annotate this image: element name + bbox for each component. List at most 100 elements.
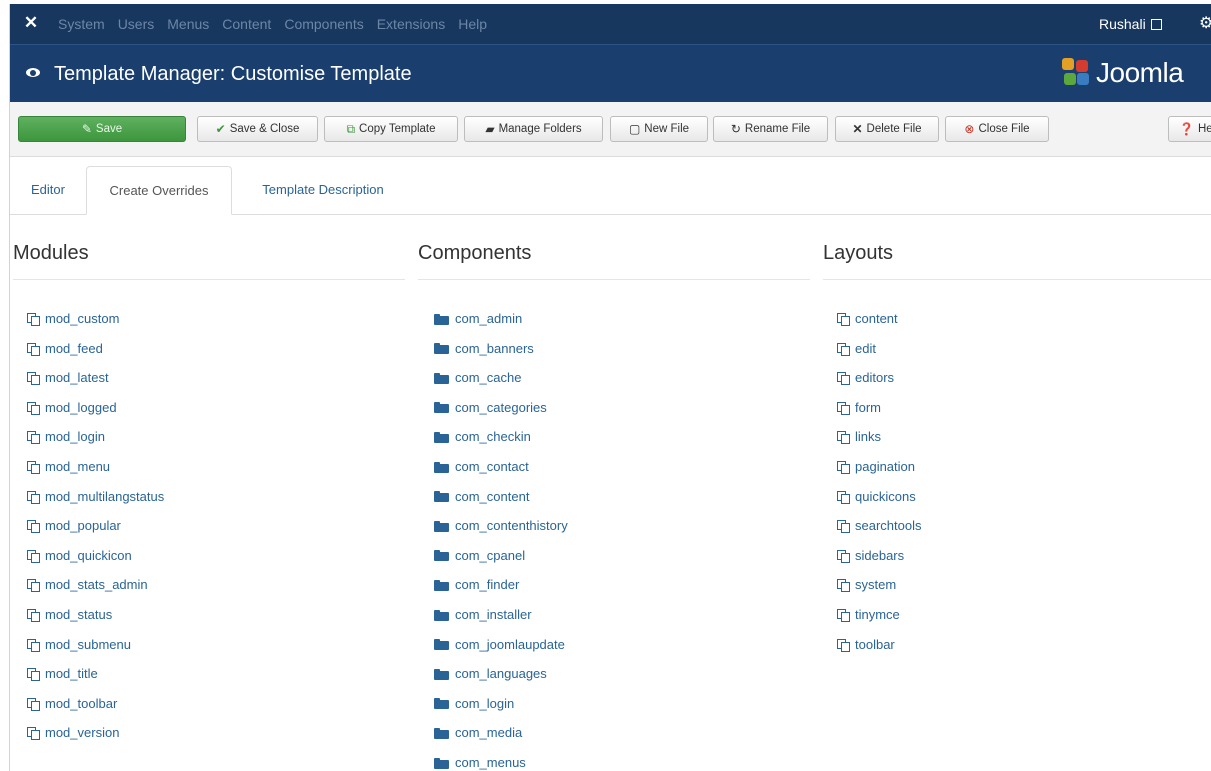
list-item[interactable]: editors	[837, 368, 894, 388]
toolbar: ✎ Save ✔ Save & Close ⧉ Copy Template ▰ Mana…	[10, 102, 1211, 157]
folder-icon	[434, 727, 449, 739]
joomla-logo-icon[interactable]: ✕	[22, 14, 40, 32]
list-item[interactable]: form	[837, 398, 881, 418]
copy-file-icon	[837, 609, 850, 622]
list-item[interactable]: pagination	[837, 457, 915, 477]
copy-file-icon	[837, 579, 850, 593]
list-item-label: mod_popular	[45, 518, 121, 534]
new-file-button[interactable]: ▢ New File	[610, 116, 708, 142]
menu-menus[interactable]: Menus	[167, 15, 209, 33]
list-item[interactable]: mod_popular	[27, 516, 121, 536]
list-item[interactable]: mod_logged	[27, 398, 117, 418]
divider	[13, 279, 405, 280]
list-item[interactable]: searchtools	[837, 516, 921, 536]
list-item-label: edit	[855, 340, 876, 356]
tab-template-description[interactable]: Template Description	[238, 166, 408, 214]
save-button[interactable]: ✎ Save	[18, 116, 186, 142]
folder-icon	[434, 757, 449, 769]
list-item[interactable]: mod_version	[27, 723, 119, 743]
menu-components[interactable]: Components	[284, 15, 363, 33]
copy-file-icon	[27, 401, 40, 415]
list-item-label: com_menus	[455, 755, 526, 770]
folder-icon	[434, 431, 449, 443]
list-item-label: mod_menu	[45, 459, 111, 474]
list-item[interactable]: content	[837, 309, 898, 329]
list-item[interactable]: com_finder	[434, 575, 519, 595]
list-item[interactable]: com_cpanel	[434, 546, 525, 566]
list-item[interactable]: com_joomlaupdate	[434, 635, 565, 655]
list-item[interactable]: mod_menu	[27, 457, 110, 477]
copy-file-icon	[837, 490, 850, 504]
user-menu[interactable]: Rushali	[1099, 15, 1162, 33]
list-item-label: mod_multilangstatus	[45, 488, 165, 504]
list-item[interactable]: com_installer	[434, 605, 532, 625]
folder-icon	[434, 579, 449, 591]
list-item[interactable]: tinymce	[837, 605, 900, 625]
menu-extensions[interactable]: Extensions	[377, 15, 445, 33]
list-item-label: system	[855, 577, 897, 593]
list-item[interactable]: mod_custom	[27, 309, 119, 329]
copy-file-icon	[27, 579, 40, 593]
menu-system[interactable]: System	[58, 15, 105, 33]
copy-template-button[interactable]: ⧉ Copy Template	[324, 116, 458, 142]
list-item[interactable]: mod_status	[27, 605, 112, 625]
list-item[interactable]: com_cache	[434, 368, 521, 388]
delete-file-button[interactable]: ✕ Delete File	[835, 116, 939, 142]
list-item[interactable]: com_banners	[434, 339, 534, 359]
list-item[interactable]: links	[837, 427, 881, 447]
divider	[823, 279, 1211, 280]
menu-users[interactable]: Users	[118, 15, 155, 33]
list-item[interactable]: system	[837, 575, 896, 595]
list-item-label: mod_submenu	[45, 636, 131, 652]
tab-create-overrides[interactable]: Create Overrides	[86, 166, 232, 215]
help-button[interactable]: ❓Hel	[1168, 116, 1211, 142]
copy-file-icon	[27, 520, 40, 534]
copy-file-icon	[837, 461, 850, 474]
list-item[interactable]: com_content	[434, 487, 529, 507]
list-item[interactable]: com_contenthistory	[434, 516, 568, 536]
list-item[interactable]: com_contact	[434, 457, 529, 477]
list-item[interactable]: com_categories	[434, 398, 547, 418]
copy-file-icon	[837, 313, 850, 326]
menu-content[interactable]: Content	[222, 15, 271, 33]
copy-file-icon	[837, 342, 850, 356]
copy-file-icon	[27, 461, 40, 474]
list-item-label: com_languages	[455, 666, 547, 682]
copy-file-icon	[27, 697, 40, 711]
list-item[interactable]: mod_quickicon	[27, 546, 132, 566]
logo-text: Joomla	[1096, 57, 1184, 88]
list-item[interactable]: quickicons	[837, 487, 916, 507]
list-item[interactable]: com_languages	[434, 664, 547, 684]
list-item[interactable]: com_admin	[434, 309, 522, 329]
list-item[interactable]: mod_toolbar	[27, 694, 117, 714]
list-item[interactable]: edit	[837, 339, 876, 359]
list-item[interactable]: sidebars	[837, 546, 904, 566]
list-item[interactable]: com_login	[434, 694, 514, 714]
help-icon: ❓	[1179, 122, 1194, 136]
folder-icon	[434, 491, 449, 503]
list-item[interactable]: mod_login	[27, 427, 105, 447]
delete-icon: ✕	[852, 122, 863, 136]
list-item[interactable]: toolbar	[837, 635, 895, 655]
list-item[interactable]: mod_multilangstatus	[27, 487, 164, 507]
list-item[interactable]: com_media	[434, 723, 522, 743]
list-item[interactable]: mod_latest	[27, 368, 109, 388]
manage-folders-button[interactable]: ▰ Manage Folders	[464, 116, 603, 142]
save-close-button[interactable]: ✔ Save & Close	[197, 116, 318, 142]
list-item[interactable]: mod_title	[27, 664, 98, 684]
list-item[interactable]: mod_stats_admin	[27, 575, 148, 595]
list-item[interactable]: com_menus	[434, 753, 526, 771]
list-item[interactable]: mod_feed	[27, 339, 103, 359]
copy-file-icon	[27, 638, 40, 652]
copy-file-icon	[27, 609, 40, 622]
gear-icon[interactable]: ⚙	[1199, 13, 1211, 33]
list-item[interactable]: com_checkin	[434, 427, 531, 447]
tab-editor[interactable]: Editor	[16, 166, 80, 214]
list-item-label: com_installer	[455, 607, 532, 622]
close-file-button[interactable]: ⊗ Close File	[945, 116, 1049, 142]
list-item[interactable]: mod_submenu	[27, 635, 131, 655]
menu-help[interactable]: Help	[458, 15, 487, 33]
list-item-label: mod_status	[45, 607, 113, 622]
rename-file-button[interactable]: ↻ Rename File	[713, 116, 828, 142]
copy-file-icon	[837, 520, 850, 534]
